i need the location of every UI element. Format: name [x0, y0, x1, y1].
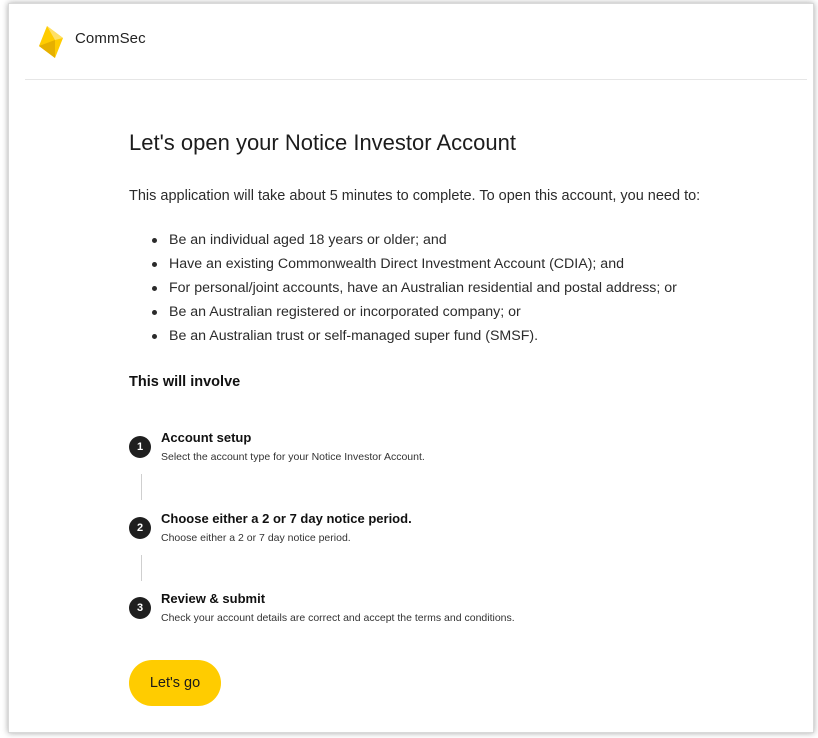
commsec-diamond-logo-icon[interactable] — [33, 24, 69, 60]
step-number-badge: 3 — [129, 597, 151, 619]
application-window: CommSec Let's open your Notice Investor … — [8, 3, 814, 733]
step-title: Choose either a 2 or 7 day notice period… — [161, 511, 412, 526]
requirement-item: For personal/joint accounts, have an Aus… — [149, 276, 677, 300]
step-connector — [141, 474, 142, 500]
requirement-item: Be an Australian registered or incorpora… — [149, 300, 677, 324]
lets-go-button[interactable]: Let's go — [129, 660, 221, 706]
requirement-item: Be an Australian trust or self-managed s… — [149, 324, 677, 348]
step-title: Review & submit — [161, 591, 266, 606]
step-number-badge: 1 — [129, 436, 151, 458]
step-description: Check your account details are correct a… — [161, 612, 515, 624]
page-title: Let's open your Notice Investor Account — [129, 130, 516, 155]
site-header: CommSec — [25, 4, 807, 80]
step-connector — [141, 555, 142, 581]
requirement-item: Have an existing Commonwealth Direct Inv… — [149, 252, 677, 276]
brand-name[interactable]: CommSec — [75, 30, 146, 47]
requirements-list: Be an individual aged 18 years or older;… — [149, 228, 677, 348]
step-title: Account setup — [161, 430, 252, 445]
step-number-badge: 2 — [129, 517, 151, 539]
requirement-item: Be an individual aged 18 years or older;… — [149, 228, 677, 252]
step-description: Select the account type for your Notice … — [161, 451, 425, 463]
step-description: Choose either a 2 or 7 day notice period… — [161, 532, 351, 544]
intro-text: This application will take about 5 minut… — [129, 188, 701, 204]
involve-heading: This will involve — [129, 374, 241, 390]
